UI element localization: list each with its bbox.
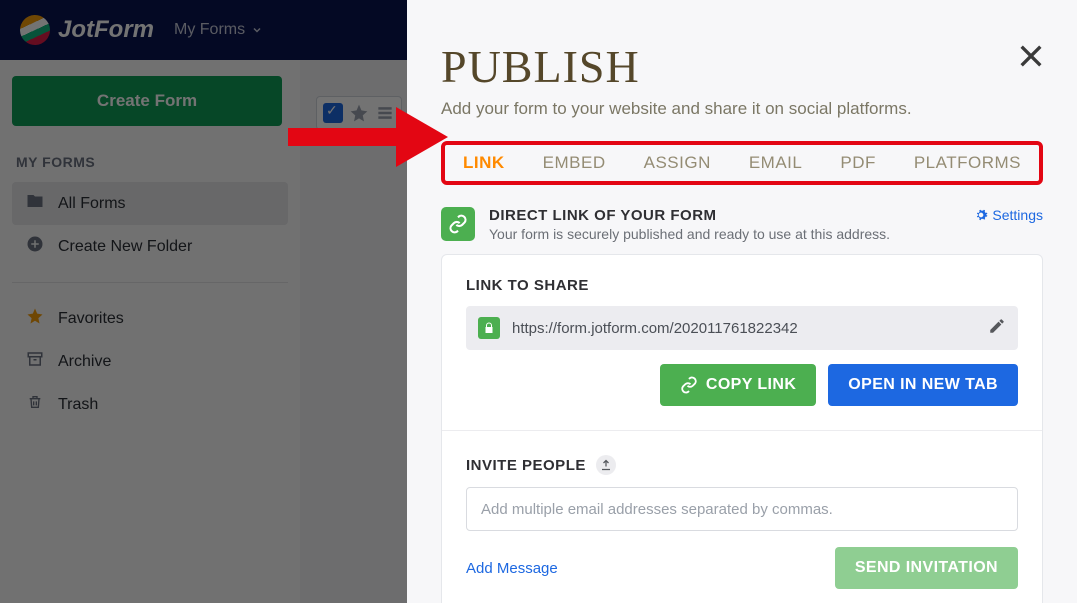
add-message-link[interactable]: Add Message	[466, 560, 558, 577]
share-link-field[interactable]: https://form.jotform.com/202011761822342	[466, 306, 1018, 350]
copy-link-button[interactable]: COPY LINK	[660, 364, 816, 406]
invite-email-input[interactable]	[466, 487, 1018, 531]
link-icon	[441, 207, 475, 241]
share-link-url: https://form.jotform.com/202011761822342	[512, 320, 976, 337]
tab-platforms[interactable]: PLATFORMS	[914, 153, 1021, 173]
tab-embed[interactable]: EMBED	[543, 153, 606, 173]
tab-link[interactable]: LINK	[463, 153, 505, 173]
open-new-tab-button[interactable]: OPEN IN NEW TAB	[828, 364, 1018, 406]
lock-icon	[478, 317, 500, 339]
tab-assign[interactable]: ASSIGN	[644, 153, 711, 173]
share-card: LINK TO SHARE https://form.jotform.com/2…	[441, 254, 1043, 603]
settings-label: Settings	[992, 207, 1043, 223]
upload-icon[interactable]	[596, 455, 616, 475]
direct-link-header: DIRECT LINK OF YOUR FORM Your form is se…	[441, 207, 1043, 242]
send-invitation-button[interactable]: SEND INVITATION	[835, 547, 1018, 589]
invite-heading-label: INVITE PEOPLE	[466, 457, 586, 474]
link-icon	[680, 376, 698, 394]
invite-heading: INVITE PEOPLE	[466, 455, 1018, 475]
close-button[interactable]	[1015, 40, 1047, 77]
pencil-icon	[988, 317, 1006, 335]
share-heading: LINK TO SHARE	[466, 277, 1018, 294]
tab-email[interactable]: EMAIL	[749, 153, 803, 173]
divider	[442, 430, 1042, 431]
gear-icon	[974, 208, 988, 222]
close-icon	[1015, 40, 1047, 72]
tab-pdf[interactable]: PDF	[840, 153, 876, 173]
settings-link[interactable]: Settings	[974, 207, 1043, 223]
direct-link-desc: Your form is securely published and read…	[489, 226, 890, 242]
share-buttons-row: COPY LINK OPEN IN NEW TAB	[466, 364, 1018, 406]
publish-panel: PUBLISH Add your form to your website an…	[407, 0, 1077, 603]
publish-title: PUBLISH	[441, 40, 1043, 93]
direct-link-title: DIRECT LINK OF YOUR FORM	[489, 207, 890, 224]
invite-actions-row: Add Message SEND INVITATION	[466, 547, 1018, 589]
copy-link-label: COPY LINK	[706, 376, 796, 394]
edit-link-button[interactable]	[988, 317, 1006, 340]
publish-subtitle: Add your form to your website and share …	[441, 99, 1043, 119]
publish-tabs: LINK EMBED ASSIGN EMAIL PDF PLATFORMS	[441, 141, 1043, 185]
